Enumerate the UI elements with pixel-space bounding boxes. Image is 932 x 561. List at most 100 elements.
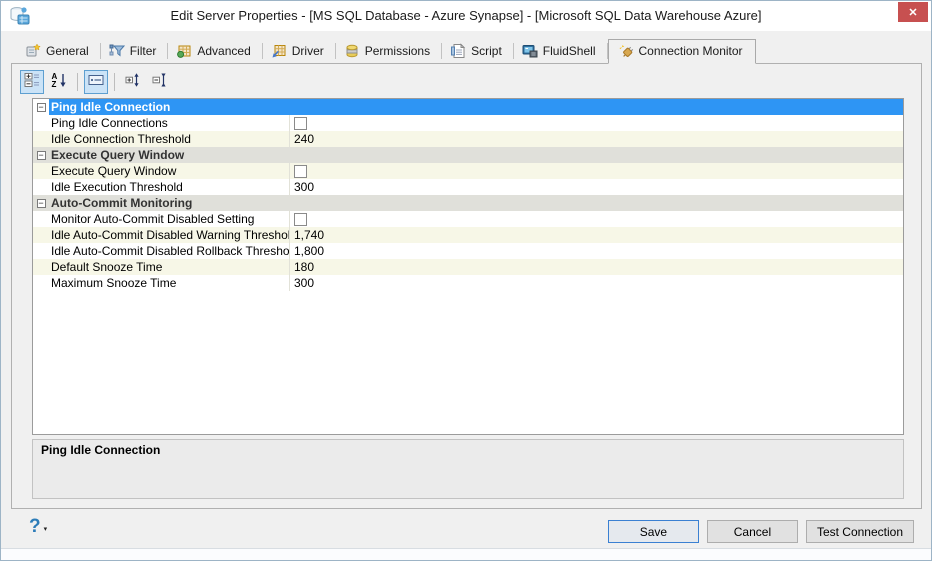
cancel-button[interactable]: Cancel: [707, 520, 798, 543]
checkbox[interactable]: [294, 213, 307, 226]
window-title: Edit Server Properties - [MS SQL Databas…: [1, 8, 931, 23]
tab-label: FluidShell: [543, 44, 596, 58]
desc-toggle-icon: [88, 72, 104, 93]
category-row-execute-query-window[interactable]: −Execute Query Window: [33, 147, 903, 163]
category-row-auto-commit-monitoring[interactable]: −Auto-Commit Monitoring: [33, 195, 903, 211]
property-value: [290, 163, 903, 179]
property-label: Idle Auto-Commit Disabled Rollback Thres…: [33, 243, 290, 259]
help-menu[interactable]: ? ▾: [29, 517, 47, 537]
property-row-default-snooze-time[interactable]: Default Snooze Time180: [33, 259, 903, 275]
property-label: Monitor Auto-Commit Disabled Setting: [33, 211, 290, 227]
property-value: 180: [290, 259, 903, 275]
category-label: Auto-Commit Monitoring: [49, 195, 903, 211]
property-value: [290, 211, 903, 227]
property-row-maximum-snooze-time[interactable]: Maximum Snooze Time300: [33, 275, 903, 291]
checkbox[interactable]: [294, 165, 307, 178]
category-strip: −: [33, 99, 49, 115]
collapse-toggle-icon[interactable]: −: [37, 199, 46, 208]
tab-label: Script: [471, 44, 502, 58]
tab-advanced[interactable]: Advanced: [168, 39, 262, 63]
property-label: Ping Idle Connections: [33, 115, 290, 131]
property-value: 1,800: [290, 243, 903, 259]
tab-label: Connection Monitor: [639, 44, 743, 58]
tab-fluidshell[interactable]: FluidShell: [514, 39, 608, 63]
tab-label: Advanced: [197, 44, 250, 58]
property-value: 1,740: [290, 227, 903, 243]
property-value: 300: [290, 275, 903, 291]
property-label: Idle Connection Threshold: [33, 131, 290, 147]
property-row-ping-idle-connections[interactable]: Ping Idle Connections: [33, 115, 903, 131]
alphabetical-sort-button[interactable]: AZ: [47, 70, 71, 94]
toolbar-separator: [77, 73, 78, 91]
advanced-icon: [176, 43, 192, 59]
tab-label: Permissions: [365, 44, 430, 58]
footer-bar: ? ▾ Save Cancel Test Connection: [1, 509, 931, 548]
category-strip: −: [33, 195, 49, 211]
property-row-idle-auto-commit-disabled-rollback-threshold[interactable]: Idle Auto-Commit Disabled Rollback Thres…: [33, 243, 903, 259]
permissions-icon: [344, 43, 360, 59]
property-grid: −Ping Idle ConnectionPing Idle Connectio…: [32, 98, 904, 435]
edit-server-properties-dialog: Edit Server Properties - [MS SQL Databas…: [0, 0, 932, 561]
show-description-button[interactable]: [84, 70, 108, 94]
svg-text:Z: Z: [52, 80, 57, 88]
category-strip: −: [33, 147, 49, 163]
value-text[interactable]: 240: [294, 131, 314, 147]
expand-all-button[interactable]: [121, 70, 145, 94]
property-label: Idle Auto-Commit Disabled Warning Thresh…: [33, 227, 290, 243]
help-icon: ?: [29, 517, 41, 537]
property-value: 300: [290, 179, 903, 195]
filter-icon: [109, 43, 125, 59]
category-label: Execute Query Window: [49, 147, 903, 163]
chevron-down-icon: ▾: [44, 525, 48, 533]
tab-driver[interactable]: Driver: [263, 39, 336, 63]
value-text[interactable]: 180: [294, 259, 314, 275]
expand-all-icon: [125, 72, 141, 93]
categorized-view-button[interactable]: [20, 70, 44, 94]
value-text[interactable]: 300: [294, 275, 314, 291]
toolbar-separator: [114, 73, 115, 91]
tab-filter[interactable]: Filter: [101, 39, 169, 63]
close-button[interactable]: ✕: [898, 2, 928, 22]
tab-connection-monitor[interactable]: Connection Monitor: [608, 39, 756, 64]
value-text[interactable]: 1,800: [294, 243, 324, 259]
fluidshell-icon: [522, 43, 538, 59]
tab-label: Driver: [292, 44, 324, 58]
property-row-monitor-auto-commit-disabled-setting[interactable]: Monitor Auto-Commit Disabled Setting: [33, 211, 903, 227]
property-label: Execute Query Window: [33, 163, 290, 179]
connection-monitor-tab-page: AZ −Ping Idle ConnectionPing Idle Connec…: [11, 63, 922, 509]
property-row-idle-auto-commit-disabled-warning-threshold[interactable]: Idle Auto-Commit Disabled Warning Thresh…: [33, 227, 903, 243]
window-bottom-frame: [1, 548, 931, 560]
script-icon: [450, 43, 466, 59]
button-row: Save Cancel Test Connection: [608, 520, 914, 543]
description-title: Ping Idle Connection: [41, 443, 895, 457]
collapse-toggle-icon[interactable]: −: [37, 151, 46, 160]
categorized-icon: [24, 72, 40, 93]
save-button[interactable]: Save: [608, 520, 699, 543]
test-connection-button[interactable]: Test Connection: [806, 520, 914, 543]
az-sort-icon: AZ: [51, 72, 67, 93]
collapse-all-button[interactable]: [148, 70, 172, 94]
category-label: Ping Idle Connection: [49, 99, 903, 115]
property-label: Idle Execution Threshold: [33, 179, 290, 195]
description-panel: Ping Idle Connection: [32, 439, 904, 499]
property-row-execute-query-window[interactable]: Execute Query Window: [33, 163, 903, 179]
property-value: 240: [290, 131, 903, 147]
property-row-idle-execution-threshold[interactable]: Idle Execution Threshold300: [33, 179, 903, 195]
property-grid-toolbar: AZ: [20, 70, 172, 94]
collapse-all-icon: [152, 72, 168, 93]
category-row-ping-idle-connection[interactable]: −Ping Idle Connection: [33, 99, 903, 115]
checkbox[interactable]: [294, 117, 307, 130]
title-bar: Edit Server Properties - [MS SQL Databas…: [1, 1, 931, 31]
tab-permissions[interactable]: Permissions: [336, 39, 442, 63]
value-text[interactable]: 1,740: [294, 227, 324, 243]
tab-script[interactable]: Script: [442, 39, 514, 63]
driver-icon: [271, 43, 287, 59]
property-row-idle-connection-threshold[interactable]: Idle Connection Threshold240: [33, 131, 903, 147]
tab-label: General: [46, 44, 89, 58]
value-text[interactable]: 300: [294, 179, 314, 195]
property-label: Maximum Snooze Time: [33, 275, 290, 291]
collapse-toggle-icon[interactable]: −: [37, 103, 46, 112]
tab-general[interactable]: General: [17, 39, 101, 63]
property-value: [290, 115, 903, 131]
tab-label: Filter: [130, 44, 157, 58]
